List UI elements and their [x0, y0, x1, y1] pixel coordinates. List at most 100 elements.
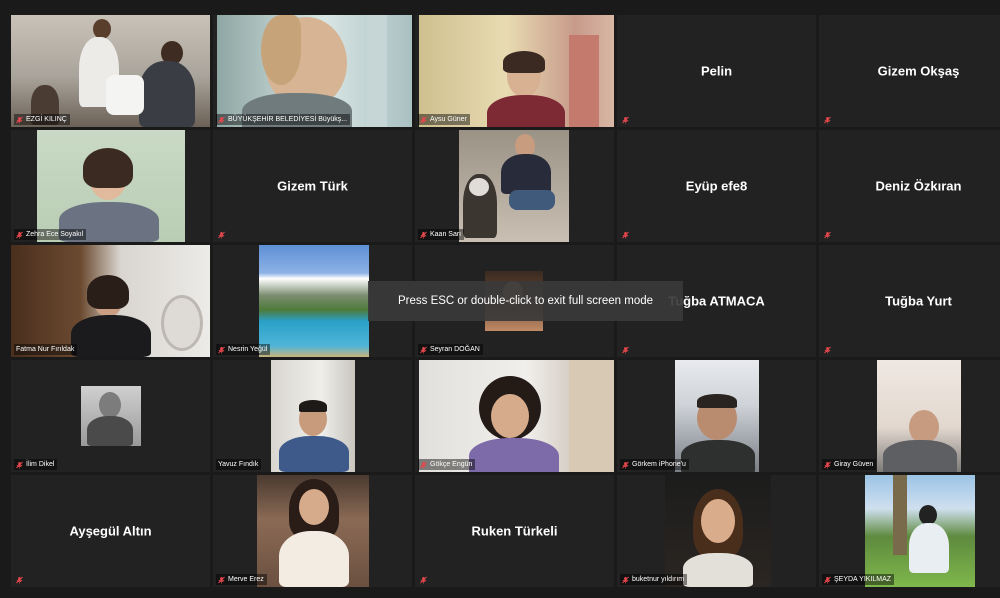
participant-name-center: Tuğba Yurt — [885, 293, 952, 309]
participant-name: İlim Dikel — [26, 461, 55, 468]
participant-name: EZGİ KILINÇ — [26, 116, 67, 123]
participant-name: Giray Güven — [834, 461, 874, 468]
participant-video — [11, 15, 210, 127]
participant-name: Nesrin Yeğül — [228, 346, 268, 353]
participant-video — [675, 360, 759, 472]
participant-tile[interactable]: Merve Erez — [213, 475, 412, 587]
participant-tile[interactable]: Yavuz Fındık — [213, 360, 412, 472]
participant-name: Fatma Nur Fırıldak — [16, 346, 75, 353]
fullscreen-exit-hint: Press ESC or double-click to exit full s… — [368, 281, 683, 321]
mic-muted-icon — [622, 116, 629, 124]
participant-name-center: Eyüp efe8 — [685, 178, 748, 194]
participant-video — [81, 386, 141, 446]
mic-muted-icon — [16, 230, 23, 239]
participant-video — [37, 130, 185, 242]
mic-muted-icon — [622, 346, 629, 354]
participant-label: İlim Dikel — [14, 459, 58, 470]
participant-name: Gökçe Engün — [430, 461, 473, 468]
participant-label: Fatma Nur Fırıldak — [14, 344, 78, 355]
mic-muted-icon — [420, 115, 427, 124]
participant-tile[interactable]: Kaan Sarı — [415, 130, 614, 242]
participant-name: buketnur yıldırım — [632, 576, 685, 583]
participant-name-center: Ruken Türkeli — [471, 523, 558, 539]
participant-label: Gökçe Engün — [418, 459, 476, 470]
participant-video — [419, 360, 614, 472]
mic-muted-icon — [218, 345, 225, 354]
mic-muted-icon — [16, 576, 23, 584]
participant-tile[interactable]: Zehra Ece Soyakıl — [11, 130, 210, 242]
participant-tile[interactable]: Tuğba Yurt — [819, 245, 1000, 357]
participant-video — [257, 475, 369, 587]
participant-tile[interactable]: Görkem iPhone'u — [617, 360, 816, 472]
participant-tile[interactable]: EZGİ KILINÇ — [11, 15, 210, 127]
participant-label: Kaan Sarı — [418, 229, 465, 240]
mic-muted-icon — [622, 575, 629, 584]
participant-tile[interactable]: Ayşegül Altın — [11, 475, 210, 587]
participant-name: BÜYÜKŞEHİR BELEDİYESİ Büyükş... — [228, 116, 348, 123]
participant-label: Zehra Ece Soyakıl — [14, 229, 87, 240]
participant-name: ŞEYDA YIKILMAZ — [834, 576, 892, 583]
participant-name: Kaan Sarı — [430, 231, 462, 238]
participant-name: Yavuz Fındık — [218, 461, 259, 468]
participant-name-center: Pelin — [700, 63, 733, 79]
mic-muted-icon — [218, 115, 225, 124]
participant-tile[interactable]: Eyüp efe8 — [617, 130, 816, 242]
mic-muted-icon — [824, 116, 831, 124]
participant-tile[interactable]: Gökçe Engün — [415, 360, 614, 472]
participant-tile[interactable]: Gizem Okşaş — [819, 15, 1000, 127]
participant-video — [271, 360, 355, 472]
mic-muted-icon — [824, 575, 831, 584]
participant-tile[interactable]: ŞEYDA YIKILMAZ — [819, 475, 1000, 587]
participant-label: EZGİ KILINÇ — [14, 114, 70, 125]
participant-video — [419, 15, 614, 127]
mic-muted-icon — [622, 231, 629, 239]
participant-video — [459, 130, 569, 242]
participant-name: Seyran DOĞAN — [430, 346, 480, 353]
participant-tile[interactable]: İlim Dikel — [11, 360, 210, 472]
participant-label: Yavuz Fındık — [216, 459, 262, 470]
participant-video — [665, 475, 771, 587]
mic-muted-icon — [420, 460, 427, 469]
mic-muted-icon — [16, 460, 23, 469]
participant-label: ŞEYDA YIKILMAZ — [822, 574, 895, 585]
participant-name-center: Ayşegül Altın — [69, 523, 152, 539]
participant-tile[interactable]: Gizem Türk — [213, 130, 412, 242]
participant-name: Görkem iPhone'u — [632, 461, 686, 468]
mic-muted-icon — [420, 230, 427, 239]
participant-name: Zehra Ece Soyakıl — [26, 231, 84, 238]
participant-label: buketnur yıldırım — [620, 574, 688, 585]
mic-muted-icon — [622, 460, 629, 469]
participant-label: Görkem iPhone'u — [620, 459, 689, 470]
participant-tile[interactable]: Pelin — [617, 15, 816, 127]
participant-tile[interactable]: Fatma Nur Fırıldak — [11, 245, 210, 357]
mic-muted-icon — [420, 345, 427, 354]
participant-tile[interactable]: BÜYÜKŞEHİR BELEDİYESİ Büyükş... — [213, 15, 412, 127]
mic-muted-icon — [218, 231, 225, 239]
participant-label: Merve Erez — [216, 574, 267, 585]
mic-muted-icon — [824, 231, 831, 239]
mic-muted-icon — [420, 576, 427, 584]
participant-video — [259, 245, 369, 357]
participant-video — [217, 15, 412, 127]
participant-tile[interactable]: Giray Güven — [819, 360, 1000, 472]
participant-video — [877, 360, 961, 472]
mic-muted-icon — [824, 460, 831, 469]
participant-video — [11, 245, 210, 357]
participant-name-center: Gizem Türk — [277, 178, 348, 194]
participant-tile[interactable]: buketnur yıldırım — [617, 475, 816, 587]
participant-name: Merve Erez — [228, 576, 264, 583]
participant-label: Giray Güven — [822, 459, 877, 470]
participant-tile[interactable]: Aysu Güner — [415, 15, 614, 127]
participant-name-center: Gizem Okşaş — [877, 63, 960, 79]
participant-tile[interactable]: Ruken Türkeli — [415, 475, 614, 587]
participant-label: Nesrin Yeğül — [216, 344, 271, 355]
participant-name-center: Deniz Özkıran — [875, 178, 962, 194]
participant-label: Aysu Güner — [418, 114, 470, 125]
participant-tile[interactable]: Deniz Özkıran — [819, 130, 1000, 242]
participant-video — [865, 475, 975, 587]
mic-muted-icon — [218, 575, 225, 584]
participant-name: Aysu Güner — [430, 116, 467, 123]
participant-label: Seyran DOĞAN — [418, 344, 483, 355]
participant-label: BÜYÜKŞEHİR BELEDİYESİ Büyükş... — [216, 114, 351, 125]
mic-muted-icon — [824, 346, 831, 354]
